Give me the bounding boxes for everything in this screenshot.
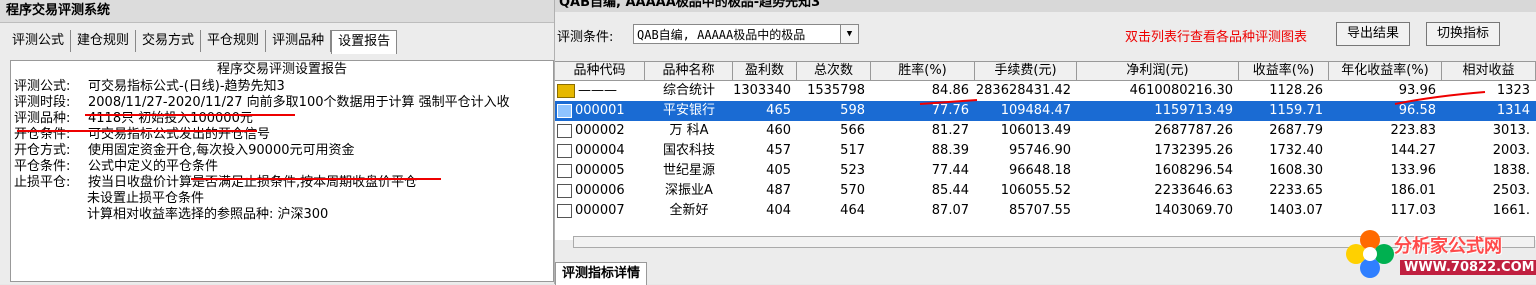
annotation-stroke	[919, 99, 978, 105]
tab-open-rules[interactable]: 建仓规则	[71, 30, 137, 52]
row-value: 使用固定资金开仓,每次投入90000元可用资金	[88, 143, 355, 158]
report-panel: 程序交易评测系统 评测公式 建仓规则 交易方式 平仓规则 评测品种 设置报告 程…	[0, 0, 555, 284]
flower-logo-icon	[1346, 230, 1394, 278]
annotation-underline	[17, 130, 257, 132]
row-value: 可交易指标公式-(日线)-趋势先知3	[88, 79, 285, 94]
tab-trade-mode[interactable]: 交易方式	[136, 30, 202, 52]
row-key: 止损平仓:	[14, 175, 71, 190]
annotation-underline	[191, 178, 441, 180]
watermark-title: 分析家公式网	[1394, 236, 1502, 257]
tab-formula[interactable]: 评测公式	[6, 30, 72, 52]
report-row: 开仓方式: 使用固定资金开仓,每次投入90000元可用资金	[11, 143, 553, 159]
panel-title: 程序交易评测系统	[0, 0, 554, 23]
tab-close-rules[interactable]: 平仓规则	[201, 30, 267, 52]
row-key: 开仓方式:	[14, 143, 71, 158]
report-row-extra: 计算相对收益率选择的参照品种: 沪深300	[87, 207, 329, 222]
settings-report: 程序交易评测设置报告 评测公式: 可交易指标公式-(日线)-趋势先知3 评测时段:…	[10, 60, 554, 282]
annotation-underline	[85, 114, 295, 116]
settings-tabs: 评测公式 建仓规则 交易方式 平仓规则 评测品种 设置报告	[6, 30, 398, 54]
watermark-url: WWW.70822.COM	[1400, 260, 1536, 275]
row-key: 评测品种:	[14, 111, 71, 126]
report-row: 评测时段: 2008/11/27-2020/11/27 向前多取100个数据用于计…	[11, 95, 553, 111]
site-watermark: 分析家公式网 WWW.70822.COM	[1342, 222, 1536, 284]
row-key: 平仓条件:	[14, 159, 71, 174]
row-key: 评测公式:	[14, 79, 71, 94]
report-row: 评测公式: 可交易指标公式-(日线)-趋势先知3	[11, 79, 553, 95]
report-title: 程序交易评测设置报告	[216, 62, 347, 77]
row-key: 评测时段:	[14, 95, 71, 110]
annotation-stroke	[1394, 91, 1486, 105]
report-row-extra: 未设置止损平仓条件	[87, 191, 205, 206]
row-value: 2008/11/27-2020/11/27 向前多取100个数据用于计算 强制平…	[88, 95, 510, 110]
row-value: 公式中定义的平仓条件	[88, 159, 219, 174]
report-row: 平仓条件: 公式中定义的平仓条件	[11, 159, 553, 175]
tab-symbols[interactable]: 评测品种	[266, 30, 332, 52]
tab-report[interactable]: 设置报告	[331, 30, 398, 54]
